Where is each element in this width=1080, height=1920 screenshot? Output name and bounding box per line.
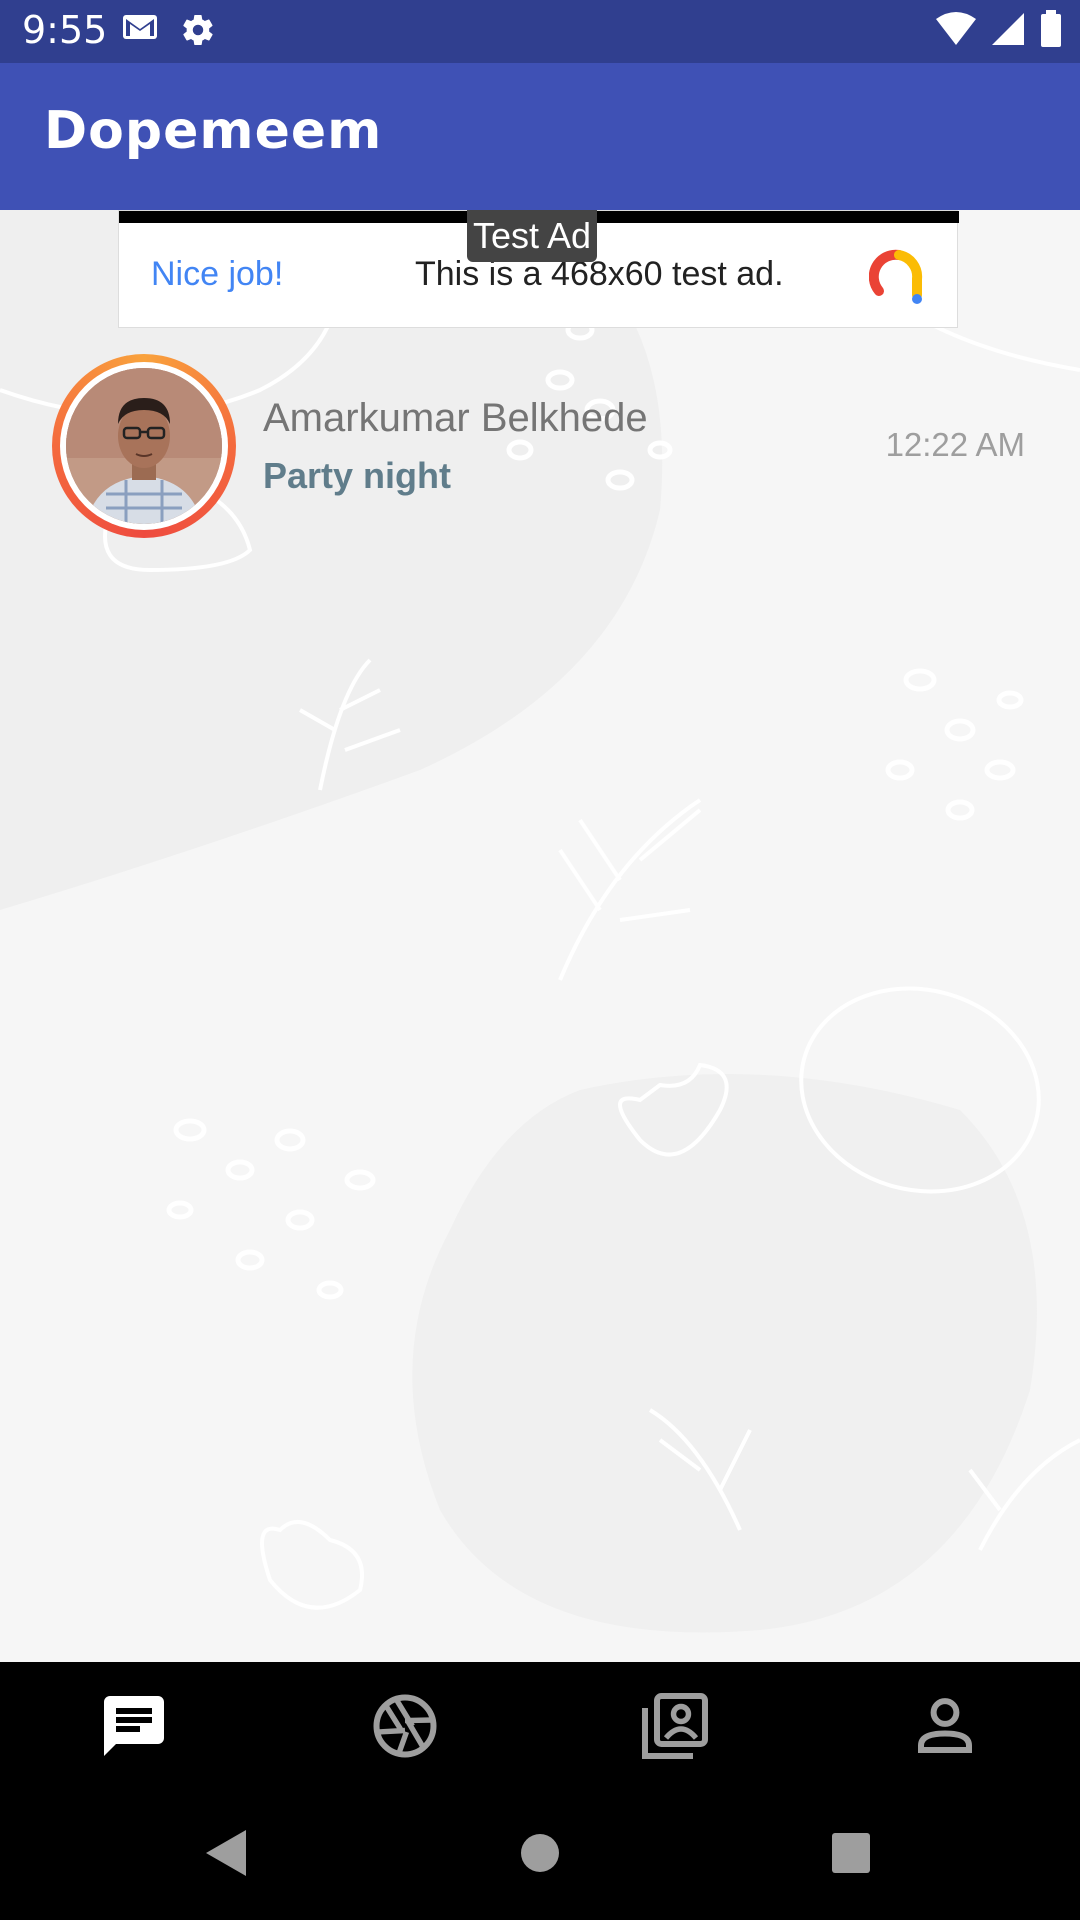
avatar-story-ring[interactable]	[52, 354, 236, 538]
chat-icon	[98, 1690, 170, 1767]
avatar	[66, 368, 222, 524]
photo-library-icon	[639, 1690, 711, 1767]
ad-left-text: Nice job!	[151, 255, 284, 293]
app-bar: Dopemeem	[0, 63, 1080, 210]
chat-contact-name: Amarkumar Belkhede	[263, 396, 648, 440]
wifi-icon	[936, 11, 976, 52]
recents-icon[interactable]	[830, 1826, 872, 1885]
nav-gallery[interactable]	[635, 1688, 715, 1768]
system-navigation-bar	[0, 1786, 1080, 1920]
chat-list-area[interactable]: Nice job! This is a 468x60 test ad. Test…	[0, 210, 1080, 1662]
app-title: Dopemeem	[44, 101, 383, 161]
camera-shutter-icon	[369, 1690, 441, 1767]
chat-last-message: Party night	[263, 455, 452, 496]
home-icon[interactable]	[520, 1826, 560, 1885]
bottom-navigation	[0, 1662, 1080, 1786]
adchoices-logo-icon	[868, 247, 929, 307]
chat-timestamp: 12:22 AM	[885, 426, 1025, 463]
settings-icon	[180, 12, 216, 53]
nav-camera[interactable]	[365, 1688, 445, 1768]
nav-chats[interactable]	[94, 1688, 174, 1768]
test-ad-badge: Test Ad	[467, 210, 598, 262]
status-bar: 9:55	[0, 0, 1080, 63]
nav-profile[interactable]	[905, 1688, 985, 1768]
gmail-icon	[122, 12, 158, 47]
signal-icon	[990, 11, 1026, 52]
status-time: 9:55	[22, 8, 108, 52]
battery-icon	[1040, 10, 1062, 53]
person-icon	[909, 1690, 981, 1767]
back-icon[interactable]	[200, 1826, 250, 1885]
